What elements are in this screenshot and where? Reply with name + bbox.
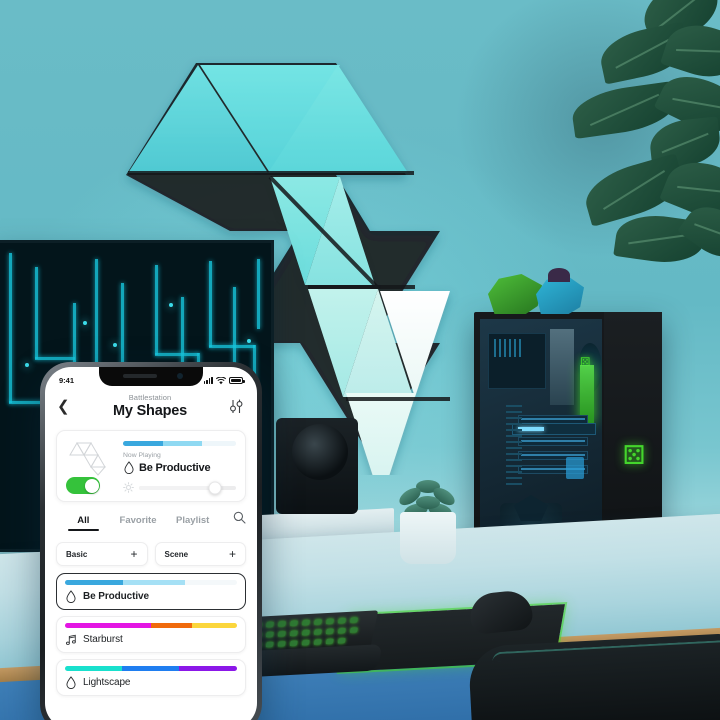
now-playing-left [66,439,116,494]
brightness-slider[interactable] [139,481,236,494]
phone-notch [99,367,203,386]
power-toggle[interactable] [66,477,100,494]
scene-row-starburst[interactable]: Starburst [56,616,246,653]
scene-label: Starburst [83,634,123,645]
sliders-icon [230,399,243,413]
speaker-cone [292,424,348,480]
header-subtitle: Battlestation [128,393,172,402]
brightness-row [123,481,236,494]
search-icon [233,511,246,524]
scene-gradient [65,666,237,671]
now-playing-label: Now Playing [123,452,161,459]
status-time: 9:41 [59,376,75,385]
now-playing-title-row: Be Productive [123,461,236,474]
basic-pill-label: Basic [66,549,88,559]
scene-name-row: Starburst [65,633,237,646]
settings-button[interactable] [223,398,245,415]
battery-icon [229,377,245,384]
droplet-icon [66,590,76,603]
now-playing-gradient-bar [123,441,236,446]
plant-pot [400,512,456,564]
music-note-icon [66,634,76,645]
scene-gradient [65,623,237,628]
scene-name-row: Lightscape [65,676,237,689]
power-toggle-wrap [66,477,116,494]
shape-layout-icon [69,442,107,476]
scene-label: Lightscape [83,677,131,688]
tab-playlist[interactable]: Playlist [165,515,220,531]
brightness-icon [123,482,134,493]
scene-pill-label: Scene [164,549,189,559]
smartphone-device: 9:41 ❮ Battlestation My Shapes Now Playi… [40,362,262,720]
now-playing-card[interactable]: Now Playing Be Productive [56,430,246,502]
category-pills: Basic + Scene + [56,542,246,566]
plus-icon[interactable]: + [130,548,137,560]
header-titles: Battlestation My Shapes [77,393,223,419]
droplet-icon [66,676,76,689]
scene-pill[interactable]: Scene + [154,542,246,566]
front-camera-icon [177,373,183,379]
scene-row-lightscape[interactable]: Lightscape [56,659,246,696]
wifi-icon [216,376,226,384]
basic-pill[interactable]: Basic + [56,542,148,566]
phone-screen: 9:41 ❮ Battlestation My Shapes Now Playi… [45,367,257,720]
now-playing-scene-name: Be Productive [139,461,211,474]
now-playing-right: Now Playing Be Productive [123,439,236,494]
earpiece-speaker-icon [123,374,157,378]
brightness-control[interactable] [123,481,236,494]
tab-bar: All Favorite Playlist [56,511,246,534]
scene-label: Be Productive [83,591,149,602]
fiddle-leaf-plant [556,0,720,274]
page-title: My Shapes [113,403,187,419]
plus-icon[interactable]: + [229,548,236,560]
app-header: ❮ Battlestation My Shapes [45,389,257,425]
scene-row-be-productive[interactable]: Be Productive [56,573,246,610]
scene-gradient [65,580,237,585]
tab-all[interactable]: All [56,515,111,531]
scene-name-row: Be Productive [65,590,237,603]
status-indicators [203,376,245,385]
scene-list: Be Productive Starburst Lightscape [56,573,246,696]
tab-favorite[interactable]: Favorite [111,515,166,531]
razer-logo-icon: ⚄ [622,440,646,470]
cellular-bars-icon [203,377,213,384]
droplet-icon [124,461,134,474]
back-button[interactable]: ❮ [57,399,77,414]
search-button[interactable] [220,511,246,534]
